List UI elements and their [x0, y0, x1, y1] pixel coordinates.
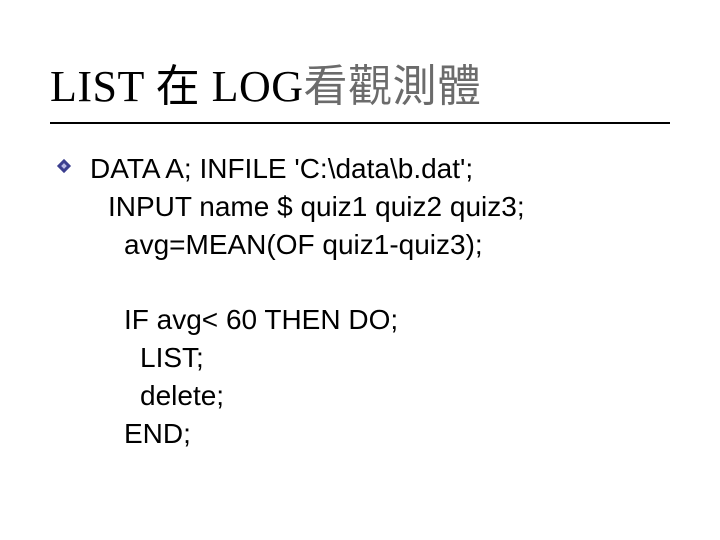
code-line-7: END;	[90, 415, 670, 453]
code-line-6: delete;	[90, 377, 670, 415]
title-part-1: LIST	[50, 62, 156, 111]
code-line-3: avg=MEAN(OF quiz1-quiz3);	[90, 226, 670, 264]
title-part-4: 看觀測體	[304, 62, 482, 111]
code-line-2: INPUT name $ quiz1 quiz2 quiz3;	[90, 188, 670, 226]
slide: LIST 在 LOG看觀測體 DATA A; INFILE 'C:\data\b…	[0, 0, 720, 540]
code-line-4: IF avg< 60 THEN DO;	[90, 301, 670, 339]
code-line-5: LIST;	[90, 339, 670, 377]
slide-body: DATA A; INFILE 'C:\data\b.dat'; INPUT na…	[50, 150, 670, 452]
title-part-2: 在	[156, 62, 201, 111]
code-blank-1	[90, 263, 670, 301]
title-underline	[50, 122, 670, 124]
page-title: LIST 在 LOG看觀測體	[50, 50, 670, 114]
title-part-3: LOG	[200, 62, 303, 111]
code-line-1: DATA A; INFILE 'C:\data\b.dat';	[90, 150, 670, 188]
bulleted-item: DATA A; INFILE 'C:\data\b.dat'; INPUT na…	[90, 150, 670, 452]
diamond-bullet-icon	[56, 158, 72, 174]
